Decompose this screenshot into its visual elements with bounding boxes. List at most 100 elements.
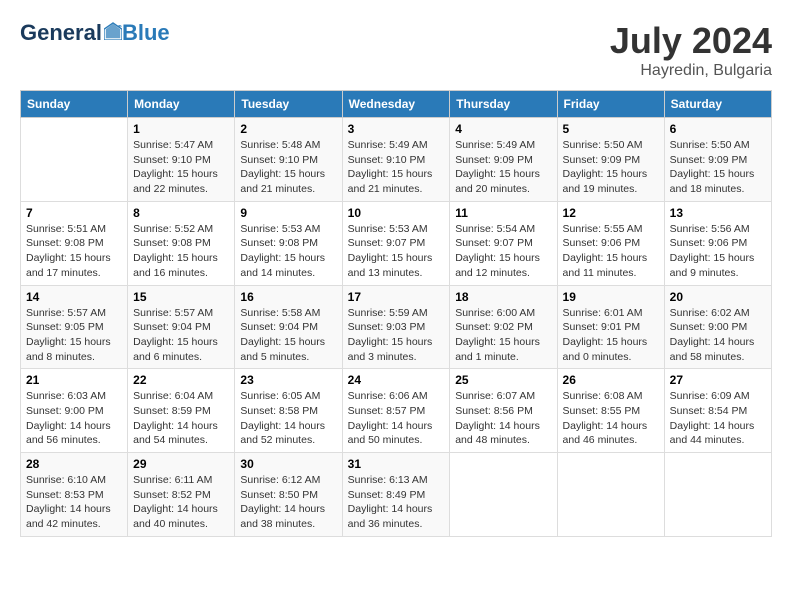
header-friday: Friday (557, 91, 664, 118)
day-number: 9 (240, 206, 336, 220)
day-info: Sunrise: 6:09 AM Sunset: 8:54 PM Dayligh… (670, 389, 766, 448)
day-number: 24 (348, 373, 445, 387)
calendar-cell: 12 Sunrise: 5:55 AM Sunset: 9:06 PM Dayli… (557, 201, 664, 285)
logo-blue-text: Blue (122, 20, 170, 46)
day-info: Sunrise: 5:57 AM Sunset: 9:05 PM Dayligh… (26, 306, 122, 365)
calendar-cell (557, 453, 664, 537)
day-number: 12 (563, 206, 659, 220)
day-number: 13 (670, 206, 766, 220)
day-number: 3 (348, 122, 445, 136)
calendar-cell: 21 Sunrise: 6:03 AM Sunset: 9:00 PM Dayli… (21, 369, 128, 453)
calendar-cell: 26 Sunrise: 6:08 AM Sunset: 8:55 PM Dayli… (557, 369, 664, 453)
day-number: 15 (133, 290, 229, 304)
day-info: Sunrise: 6:05 AM Sunset: 8:58 PM Dayligh… (240, 389, 336, 448)
day-number: 4 (455, 122, 551, 136)
day-number: 5 (563, 122, 659, 136)
day-number: 8 (133, 206, 229, 220)
day-info: Sunrise: 5:48 AM Sunset: 9:10 PM Dayligh… (240, 138, 336, 197)
calendar-header-row: SundayMondayTuesdayWednesdayThursdayFrid… (21, 91, 772, 118)
calendar-cell: 10Sunrise: 5:53 AM Sunset: 9:07 PM Dayli… (342, 201, 450, 285)
day-number: 14 (26, 290, 122, 304)
day-info: Sunrise: 5:50 AM Sunset: 9:09 PM Dayligh… (563, 138, 659, 197)
day-info: Sunrise: 5:59 AM Sunset: 9:03 PM Dayligh… (348, 306, 445, 365)
calendar-cell: 6 Sunrise: 5:50 AM Sunset: 9:09 PM Daylig… (664, 118, 771, 202)
header-wednesday: Wednesday (342, 91, 450, 118)
calendar-cell (450, 453, 557, 537)
calendar-cell: 1Sunrise: 5:47 AM Sunset: 9:10 PM Daylig… (128, 118, 235, 202)
day-number: 2 (240, 122, 336, 136)
day-info: Sunrise: 6:00 AM Sunset: 9:02 PM Dayligh… (455, 306, 551, 365)
calendar-cell: 29 Sunrise: 6:11 AM Sunset: 8:52 PM Dayli… (128, 453, 235, 537)
calendar-cell: 25Sunrise: 6:07 AM Sunset: 8:56 PM Dayli… (450, 369, 557, 453)
header-sunday: Sunday (21, 91, 128, 118)
calendar-cell: 20 Sunrise: 6:02 AM Sunset: 9:00 PM Dayli… (664, 285, 771, 369)
calendar-cell: 5 Sunrise: 5:50 AM Sunset: 9:09 PM Daylig… (557, 118, 664, 202)
day-number: 6 (670, 122, 766, 136)
day-info: Sunrise: 5:57 AM Sunset: 9:04 PM Dayligh… (133, 306, 229, 365)
day-info: Sunrise: 6:02 AM Sunset: 9:00 PM Dayligh… (670, 306, 766, 365)
calendar-cell: 9 Sunrise: 5:53 AM Sunset: 9:08 PM Daylig… (235, 201, 342, 285)
day-number: 18 (455, 290, 551, 304)
day-info: Sunrise: 6:12 AM Sunset: 8:50 PM Dayligh… (240, 473, 336, 532)
day-info: Sunrise: 6:03 AM Sunset: 9:00 PM Dayligh… (26, 389, 122, 448)
header-monday: Monday (128, 91, 235, 118)
day-info: Sunrise: 6:07 AM Sunset: 8:56 PM Dayligh… (455, 389, 551, 448)
day-number: 17 (348, 290, 445, 304)
calendar-cell: 15 Sunrise: 5:57 AM Sunset: 9:04 PM Dayli… (128, 285, 235, 369)
day-number: 1 (133, 122, 229, 136)
calendar-cell (21, 118, 128, 202)
day-info: Sunrise: 5:53 AM Sunset: 9:07 PM Dayligh… (348, 222, 445, 281)
calendar-cell: 11 Sunrise: 5:54 AM Sunset: 9:07 PM Dayli… (450, 201, 557, 285)
header-tuesday: Tuesday (235, 91, 342, 118)
calendar-cell: 8 Sunrise: 5:52 AM Sunset: 9:08 PM Daylig… (128, 201, 235, 285)
calendar-cell: 18 Sunrise: 6:00 AM Sunset: 9:02 PM Dayli… (450, 285, 557, 369)
day-info: Sunrise: 5:50 AM Sunset: 9:09 PM Dayligh… (670, 138, 766, 197)
day-number: 23 (240, 373, 336, 387)
calendar-cell: 3Sunrise: 5:49 AM Sunset: 9:10 PM Daylig… (342, 118, 450, 202)
day-number: 26 (563, 373, 659, 387)
calendar-cell: 19 Sunrise: 6:01 AM Sunset: 9:01 PM Dayli… (557, 285, 664, 369)
day-info: Sunrise: 5:52 AM Sunset: 9:08 PM Dayligh… (133, 222, 229, 281)
day-info: Sunrise: 6:10 AM Sunset: 8:53 PM Dayligh… (26, 473, 122, 532)
logo-general-text: General (20, 20, 102, 46)
day-info: Sunrise: 5:56 AM Sunset: 9:06 PM Dayligh… (670, 222, 766, 281)
day-info: Sunrise: 6:04 AM Sunset: 8:59 PM Dayligh… (133, 389, 229, 448)
day-info: Sunrise: 6:11 AM Sunset: 8:52 PM Dayligh… (133, 473, 229, 532)
calendar-cell: 16Sunrise: 5:58 AM Sunset: 9:04 PM Dayli… (235, 285, 342, 369)
header-saturday: Saturday (664, 91, 771, 118)
calendar-cell: 22Sunrise: 6:04 AM Sunset: 8:59 PM Dayli… (128, 369, 235, 453)
calendar-cell: 13 Sunrise: 5:56 AM Sunset: 9:06 PM Dayli… (664, 201, 771, 285)
day-info: Sunrise: 6:08 AM Sunset: 8:55 PM Dayligh… (563, 389, 659, 448)
day-info: Sunrise: 5:54 AM Sunset: 9:07 PM Dayligh… (455, 222, 551, 281)
day-number: 29 (133, 457, 229, 471)
calendar-week-row: 7Sunrise: 5:51 AM Sunset: 9:08 PM Daylig… (21, 201, 772, 285)
title-area: July 2024 Hayredin, Bulgaria (610, 20, 772, 80)
calendar-cell: 2 Sunrise: 5:48 AM Sunset: 9:10 PM Daylig… (235, 118, 342, 202)
day-number: 31 (348, 457, 445, 471)
day-number: 19 (563, 290, 659, 304)
calendar-week-row: 28Sunrise: 6:10 AM Sunset: 8:53 PM Dayli… (21, 453, 772, 537)
calendar-cell: 7Sunrise: 5:51 AM Sunset: 9:08 PM Daylig… (21, 201, 128, 285)
calendar-cell: 30Sunrise: 6:12 AM Sunset: 8:50 PM Dayli… (235, 453, 342, 537)
calendar-cell: 24 Sunrise: 6:06 AM Sunset: 8:57 PM Dayli… (342, 369, 450, 453)
calendar-week-row: 21 Sunrise: 6:03 AM Sunset: 9:00 PM Dayli… (21, 369, 772, 453)
day-info: Sunrise: 6:01 AM Sunset: 9:01 PM Dayligh… (563, 306, 659, 365)
day-info: Sunrise: 5:53 AM Sunset: 9:08 PM Dayligh… (240, 222, 336, 281)
calendar-cell: 27Sunrise: 6:09 AM Sunset: 8:54 PM Dayli… (664, 369, 771, 453)
day-info: Sunrise: 5:49 AM Sunset: 9:09 PM Dayligh… (455, 138, 551, 197)
calendar-cell: 17 Sunrise: 5:59 AM Sunset: 9:03 PM Dayli… (342, 285, 450, 369)
calendar-cell: 23 Sunrise: 6:05 AM Sunset: 8:58 PM Dayli… (235, 369, 342, 453)
day-info: Sunrise: 5:55 AM Sunset: 9:06 PM Dayligh… (563, 222, 659, 281)
day-number: 7 (26, 206, 122, 220)
day-number: 21 (26, 373, 122, 387)
location-title: Hayredin, Bulgaria (610, 62, 772, 80)
header-thursday: Thursday (450, 91, 557, 118)
day-number: 11 (455, 206, 551, 220)
calendar-week-row: 14 Sunrise: 5:57 AM Sunset: 9:05 PM Dayli… (21, 285, 772, 369)
calendar-cell: 4 Sunrise: 5:49 AM Sunset: 9:09 PM Daylig… (450, 118, 557, 202)
calendar-cell: 28Sunrise: 6:10 AM Sunset: 8:53 PM Dayli… (21, 453, 128, 537)
day-number: 20 (670, 290, 766, 304)
calendar-cell: 31Sunrise: 6:13 AM Sunset: 8:49 PM Dayli… (342, 453, 450, 537)
day-info: Sunrise: 6:06 AM Sunset: 8:57 PM Dayligh… (348, 389, 445, 448)
calendar-cell: 14 Sunrise: 5:57 AM Sunset: 9:05 PM Dayli… (21, 285, 128, 369)
